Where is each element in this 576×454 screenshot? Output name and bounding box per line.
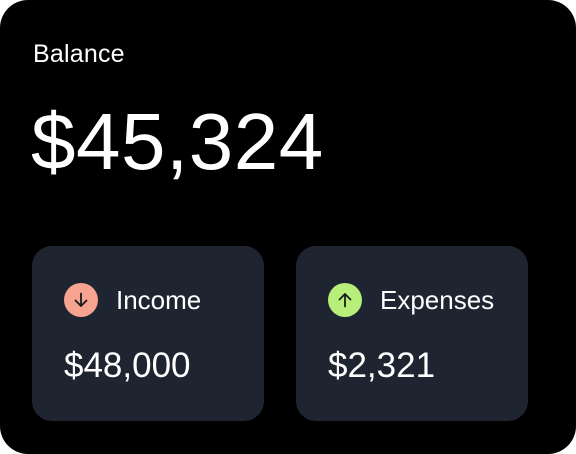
income-value: $48,000 <box>64 346 191 385</box>
balance-amount: $45,324 <box>31 97 324 186</box>
income-card[interactable]: Income $48,000 <box>32 246 264 421</box>
arrow-down-icon <box>64 283 98 317</box>
balance-label: Balance <box>33 40 125 68</box>
expenses-card[interactable]: Expenses $2,321 <box>296 246 528 421</box>
expenses-label: Expenses <box>380 285 495 315</box>
income-label: Income <box>116 285 202 315</box>
balance-card: Balance $45,324 Income $48,000 Expenses … <box>0 0 576 454</box>
arrow-up-icon <box>328 283 362 317</box>
expenses-value: $2,321 <box>328 346 436 385</box>
